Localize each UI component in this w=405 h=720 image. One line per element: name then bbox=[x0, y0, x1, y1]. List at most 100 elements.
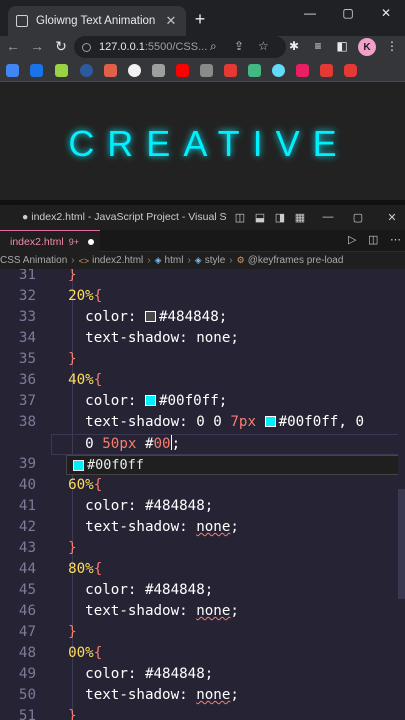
close-window-button[interactable]: ✕ bbox=[376, 6, 396, 20]
code-token: 40% bbox=[51, 372, 94, 388]
bookmark-star-icon[interactable]: ☆ bbox=[258, 39, 269, 53]
code-line: color: #484848; bbox=[51, 666, 213, 682]
reading-list-icon[interactable]: ≡ bbox=[310, 39, 326, 53]
bookmark-icon[interactable] bbox=[224, 64, 237, 77]
line-number: 50 bbox=[18, 687, 36, 703]
line-number: 42 bbox=[18, 519, 36, 535]
code-token: ; bbox=[171, 436, 181, 452]
line-number: 48 bbox=[18, 645, 36, 661]
bookmark-icon[interactable] bbox=[296, 64, 309, 77]
chevron-right-icon: › bbox=[71, 255, 75, 266]
profile-avatar[interactable]: K bbox=[358, 38, 376, 56]
breadcrumb-item[interactable]: html bbox=[165, 255, 184, 266]
react-icon[interactable] bbox=[272, 64, 285, 77]
bookmark-icon[interactable] bbox=[320, 64, 333, 77]
bookmark-icon[interactable] bbox=[30, 64, 43, 77]
run-icon[interactable]: ▷ bbox=[348, 233, 356, 246]
browser-tab[interactable]: Gloiwng Text Animation ✕ bbox=[8, 6, 186, 36]
code-token: none bbox=[196, 603, 231, 619]
line-number: 44 bbox=[18, 561, 36, 577]
code-token: text-shadow: bbox=[51, 603, 197, 619]
zoom-icon[interactable]: ⌕ bbox=[210, 39, 217, 54]
address-bar[interactable]: 127.0.0.1 :5500/CSS... ⌕ ⇪ ☆ bbox=[74, 36, 286, 58]
maximize-button[interactable]: ▢ bbox=[350, 211, 366, 224]
color-swatch-icon[interactable] bbox=[144, 395, 156, 406]
breadcrumb-item[interactable]: @keyframes pre-load bbox=[248, 255, 344, 266]
vue-icon[interactable] bbox=[248, 64, 261, 77]
split-editor-icon[interactable]: ◫ bbox=[368, 233, 378, 246]
code-line: 40%{ bbox=[51, 372, 102, 388]
code-token: # bbox=[136, 436, 154, 452]
close-tab-icon[interactable]: ✕ bbox=[164, 13, 178, 29]
code-line: color: #484848; bbox=[51, 309, 227, 325]
breadcrumb-item[interactable]: CSS Animation bbox=[0, 255, 67, 266]
line-number: 31 bbox=[18, 269, 36, 283]
code-token: none bbox=[196, 330, 231, 346]
page-icon bbox=[16, 15, 28, 27]
code-line: text-shadow: none; bbox=[51, 687, 239, 703]
side-panel-icon[interactable]: ◧ bbox=[334, 39, 350, 53]
toggle-sidebar-icon[interactable]: ◫ bbox=[232, 211, 248, 224]
code-token: 00 bbox=[153, 436, 171, 452]
minimize-button[interactable]: — bbox=[320, 211, 336, 223]
line-number: 32 bbox=[18, 288, 36, 304]
code-token: text-shadow: bbox=[51, 687, 197, 703]
code-token: none bbox=[196, 519, 231, 535]
customize-layout-icon[interactable]: ▦ bbox=[292, 211, 308, 224]
code-token: #00f0ff bbox=[158, 393, 219, 409]
bookmark-icon[interactable] bbox=[104, 64, 117, 77]
code-token: { bbox=[93, 561, 103, 577]
color-swatch-icon[interactable] bbox=[264, 416, 276, 427]
share-icon[interactable]: ⇪ bbox=[234, 39, 244, 53]
code-editor[interactable]: #00f0ff 31 } 32 20%{33 color: #484848; 34 … bbox=[0, 269, 405, 720]
bookmark-icon[interactable] bbox=[344, 64, 357, 77]
unsaved-dot-icon[interactable] bbox=[87, 238, 94, 245]
line-number: 49 bbox=[18, 666, 36, 682]
more-actions-icon[interactable]: ⋯ bbox=[390, 233, 401, 246]
bookmark-icon[interactable] bbox=[128, 64, 141, 77]
code-line: } bbox=[51, 269, 77, 283]
extensions-icon[interactable]: ✱ bbox=[286, 39, 302, 53]
scrollbar-thumb[interactable] bbox=[398, 489, 405, 599]
color-swatch-icon[interactable] bbox=[144, 311, 156, 322]
code-token: ; bbox=[204, 582, 214, 598]
maximize-button[interactable]: ▢ bbox=[338, 6, 358, 20]
editor-tab-index2[interactable]: index2.html 9+ bbox=[0, 230, 100, 252]
menu-icon[interactable]: ⋮ bbox=[384, 39, 400, 53]
code-token: 0 bbox=[51, 436, 103, 452]
code-token: { bbox=[93, 372, 103, 388]
vscode-titlebar: ● index2.html - JavaScript Project - Vis… bbox=[0, 205, 405, 230]
code-token: #484848 bbox=[144, 498, 205, 514]
code-token: none bbox=[196, 687, 231, 703]
code-line: text-shadow: 0 0 7px #00f0ff, 0 bbox=[51, 414, 364, 430]
new-tab-button[interactable]: + bbox=[190, 9, 210, 30]
breadcrumb-item[interactable]: style bbox=[205, 255, 226, 266]
code-token: } bbox=[51, 708, 77, 720]
code-token: ; bbox=[204, 498, 214, 514]
reload-icon[interactable]: ↻ bbox=[52, 38, 70, 55]
code-token: ; bbox=[230, 330, 239, 346]
code-token: #484848 bbox=[144, 666, 205, 682]
bookmark-icon[interactable] bbox=[80, 64, 93, 77]
bookmark-icon[interactable] bbox=[152, 64, 165, 77]
toggle-panel-icon[interactable]: ⬓ bbox=[252, 211, 268, 224]
breadcrumb-item[interactable]: index2.html bbox=[92, 255, 143, 266]
youtube-icon[interactable] bbox=[176, 64, 189, 77]
url-host: 127.0.0.1 bbox=[99, 41, 145, 53]
line-number: 38 bbox=[18, 414, 36, 430]
code-token: } bbox=[51, 269, 77, 283]
forward-arrow-icon[interactable]: → bbox=[28, 38, 46, 54]
bookmark-icon[interactable] bbox=[200, 64, 213, 77]
site-info-icon[interactable] bbox=[82, 42, 91, 52]
line-number: 33 bbox=[18, 309, 36, 325]
editor-tab-label: index2.html bbox=[10, 235, 64, 248]
close-window-button[interactable]: ✕ bbox=[384, 211, 400, 224]
back-arrow-icon[interactable]: ← bbox=[4, 38, 22, 54]
toggle-secondary-sidebar-icon[interactable]: ◨ bbox=[272, 211, 288, 224]
bookmark-icon[interactable] bbox=[55, 64, 68, 77]
bookmark-icon[interactable] bbox=[6, 64, 19, 77]
minimize-button[interactable]: — bbox=[300, 6, 320, 20]
bookmarks-bar bbox=[0, 58, 405, 82]
autocomplete-suggestion[interactable]: #00f0ff bbox=[66, 455, 405, 475]
chevron-right-icon: › bbox=[187, 255, 191, 266]
